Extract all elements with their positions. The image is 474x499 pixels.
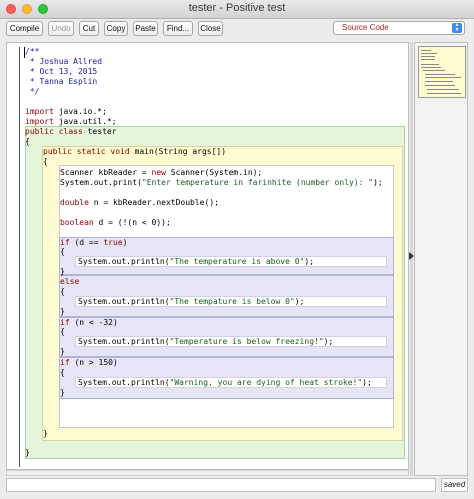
code-line: } [60,267,65,276]
code-line: public static void main(String args[]) [43,147,227,156]
horizontal-scrollbar[interactable] [6,470,409,476]
code-line: } [60,388,65,397]
code-line: /** [25,47,40,56]
chevron-updown-icon: ▴ ▾ [452,22,462,33]
gutter-divider [19,47,20,467]
code-line: System.out.println("The temperature is a… [78,257,315,266]
saved-indicator: saved [441,478,468,492]
code-line: } [43,429,48,438]
code-editor[interactable]: /** * Joshua Allred * Oct 13, 2015 * Tan… [6,42,409,470]
paste-button[interactable]: Paste [133,21,158,36]
code-line: else [60,277,80,286]
code-line: if (n > 150) [60,358,118,367]
code-line: System.out.println("The tempature is bel… [78,297,305,306]
title-bar[interactable]: tester - Positive test [0,0,474,19]
code-line: { [25,137,30,146]
status-message [6,478,436,492]
code-line: * Tanna Esplin [25,77,98,86]
cut-button[interactable]: Cut [79,21,99,36]
code-line: import java.io.*; [25,107,107,116]
code-line: double n = kbReader.nextDouble(); [60,198,219,207]
copy-button[interactable]: Copy [104,21,128,36]
code-line: } [60,347,65,356]
code-line: { [60,287,65,296]
code-line: } [25,448,30,457]
code-line: } [60,307,65,316]
code-line: * Oct 13, 2015 [25,67,98,76]
code-line: import java.util.*; [25,117,117,126]
code-line: { [60,247,65,256]
code-line: public class tester [25,127,117,136]
window-title: tester - Positive test [188,2,286,14]
code-line: System.out.println("Warning, you are dyi… [78,378,372,387]
code-line: if (n < -32) [60,318,118,327]
code-line: if (d == true) [60,238,128,247]
close-button[interactable]: Close [198,21,223,36]
code-line: System.out.print("Enter temperature in f… [60,178,383,187]
code-thumbnail[interactable] [418,46,466,98]
view-select-value: Source Code [342,23,389,32]
compile-button[interactable]: Compile [6,21,43,36]
navigation-view[interactable] [414,42,468,476]
code-line: */ [25,87,40,96]
view-select[interactable]: Source Code ▴ ▾ [333,21,465,35]
code-line: * Joshua Allred [25,57,103,66]
code-line: boolean d = (!(n < 0)); [60,218,171,227]
code-line: { [43,157,48,166]
undo-button[interactable]: Undo [48,21,74,36]
code-line: { [60,327,65,336]
code-line: { [60,368,65,377]
code-line: System.out.println("Temperature is below… [78,337,334,346]
code-line: Scanner kbReader = new Scanner(System.in… [60,168,263,177]
find-button[interactable]: Find... [163,21,193,36]
